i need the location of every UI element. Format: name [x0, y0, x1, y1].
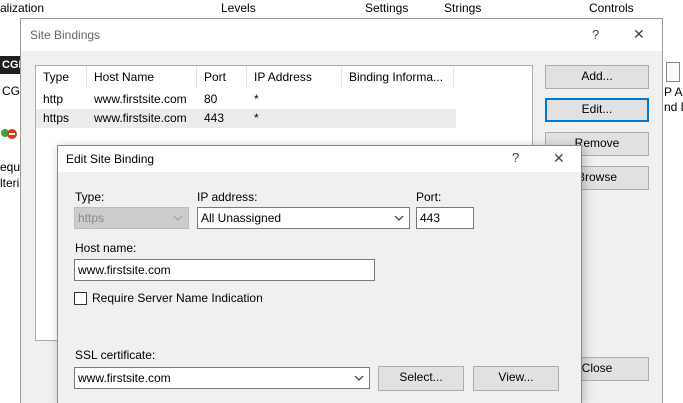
bg-tab-strings: Strings — [444, 1, 482, 15]
type-label: Type: — [75, 190, 105, 204]
column-header-binding-info[interactable]: Binding Informa... — [342, 66, 454, 88]
port-label: Port: — [416, 190, 442, 204]
select-certificate-button[interactable]: Select... — [378, 366, 464, 391]
cell-host-name: www.firstsite.com — [94, 92, 187, 106]
help-button[interactable]: ? — [512, 150, 519, 165]
cell-ip-address: * — [254, 111, 259, 125]
close-icon[interactable]: ✕ — [553, 150, 565, 167]
ssl-certificate-dropdown[interactable]: www.firstsite.com — [74, 367, 370, 389]
table-row-selected[interactable]: https www.firstsite.com 443 * — [36, 109, 456, 128]
ssl-certificate-label: SSL certificate: — [75, 348, 156, 362]
port-input[interactable]: 443 — [416, 207, 474, 229]
iis-feature-header: alization Levels Settings Strings Contro… — [0, 0, 683, 18]
cell-binding-info — [342, 90, 349, 109]
type-value: https — [78, 211, 105, 225]
request-filtering-icon — [1, 129, 17, 139]
bindings-list-header: Type Host Name Port IP Address Binding I… — [36, 66, 532, 88]
column-header-type[interactable]: Type — [36, 66, 87, 88]
edit-button[interactable]: Edit... — [545, 98, 649, 122]
edit-binding-titlebar: Edit Site Binding ? ✕ — [58, 146, 581, 172]
bg-tab-settings: Settings — [365, 1, 409, 15]
require-sni-label: Require Server Name Indication — [92, 291, 263, 305]
edit-site-binding-dialog: Edit Site Binding ? ✕ Type: https IP add… — [57, 145, 582, 403]
site-bindings-titlebar: Site Bindings ? ✕ — [21, 19, 662, 51]
ip-address-dropdown[interactable]: All Unassigned — [197, 207, 410, 229]
ip-address-icon — [666, 62, 680, 82]
cgi-feature-icon: CGI — [0, 56, 21, 74]
help-button[interactable]: ? — [592, 27, 599, 42]
bg-cgi-label: CGI — [2, 84, 22, 98]
require-sni-checkbox[interactable] — [74, 292, 87, 305]
chevron-down-icon — [173, 215, 183, 221]
bg-right-label-2: nd D — [664, 100, 683, 114]
chevron-down-icon — [354, 375, 364, 381]
view-certificate-button[interactable]: View... — [473, 366, 559, 391]
column-header-ip-address[interactable]: IP Address — [247, 66, 342, 88]
cell-type: http — [43, 92, 64, 106]
table-row[interactable]: http www.firstsite.com 80 * — [36, 90, 456, 109]
bg-right-label-1: P Ac — [664, 85, 683, 99]
column-header-host-name[interactable]: Host Name — [87, 66, 197, 88]
cell-port: 443 — [204, 111, 225, 125]
bg-tab-levels: Levels — [221, 1, 256, 15]
bg-request-label-1: eque — [0, 160, 21, 174]
dialog-title: Site Bindings — [30, 28, 101, 42]
dialog-title: Edit Site Binding — [66, 152, 155, 166]
cell-host-name: www.firstsite.com — [94, 111, 187, 125]
cell-binding-info — [342, 109, 349, 128]
cell-type: https — [43, 111, 70, 125]
bg-request-label-2: lteri — [0, 176, 20, 190]
close-icon[interactable]: ✕ — [633, 26, 645, 43]
bg-tab-globalization: alization — [0, 1, 45, 15]
host-name-input[interactable]: www.firstsite.com — [74, 259, 375, 281]
bg-feature-list-left — [0, 18, 22, 403]
cell-port: 80 — [204, 92, 218, 106]
add-button[interactable]: Add... — [545, 65, 649, 89]
cell-ip-address: * — [254, 92, 259, 106]
chevron-down-icon — [394, 215, 404, 221]
type-dropdown[interactable]: https — [74, 207, 189, 229]
ip-address-label: IP address: — [197, 190, 258, 204]
host-name-label: Host name: — [75, 241, 137, 255]
ip-address-value: All Unassigned — [201, 211, 282, 225]
bg-tab-controls: Controls — [589, 1, 634, 15]
column-header-port[interactable]: Port — [197, 66, 247, 88]
ssl-certificate-value: www.firstsite.com — [78, 371, 171, 385]
